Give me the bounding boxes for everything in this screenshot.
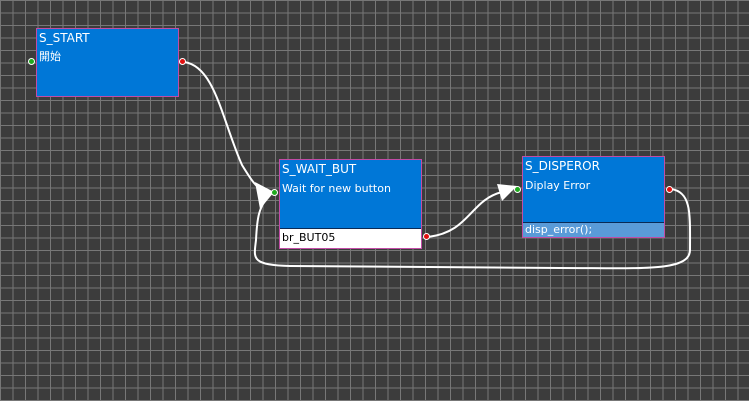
state-action-field[interactable]: disp_error(); — [523, 222, 664, 237]
output-port-s-start[interactable] — [179, 58, 186, 65]
state-node-title: S_DISPEROR — [525, 159, 600, 173]
state-diagram-canvas[interactable]: S_START 開始 S_WAIT_BUT Wait for new butto… — [0, 0, 749, 401]
input-port-s-start[interactable] — [28, 58, 35, 65]
state-node-s-disperor[interactable]: S_DISPEROR Diplay Error disp_error(); — [522, 156, 665, 238]
state-node-title: S_WAIT_BUT — [282, 162, 357, 176]
output-port-s-disperor[interactable] — [666, 186, 673, 193]
branch-condition-field[interactable]: br_BUT05 — [280, 228, 421, 248]
state-node-description: 開始 — [39, 50, 61, 63]
link-start-to-wait-but[interactable] — [183, 61, 263, 191]
state-node-s-start[interactable]: S_START 開始 — [36, 28, 179, 97]
state-node-description: Wait for new button — [282, 182, 391, 195]
input-port-s-wait-but[interactable] — [271, 189, 278, 196]
output-port-s-wait-but[interactable] — [423, 233, 430, 240]
link-wait-but-to-disperor[interactable] — [427, 191, 503, 238]
state-node-s-wait-but[interactable]: S_WAIT_BUT Wait for new button br_BUT05 — [279, 159, 422, 249]
input-port-s-disperor[interactable] — [514, 186, 521, 193]
state-node-title: S_START — [39, 31, 90, 45]
state-node-description: Diplay Error — [525, 179, 591, 192]
